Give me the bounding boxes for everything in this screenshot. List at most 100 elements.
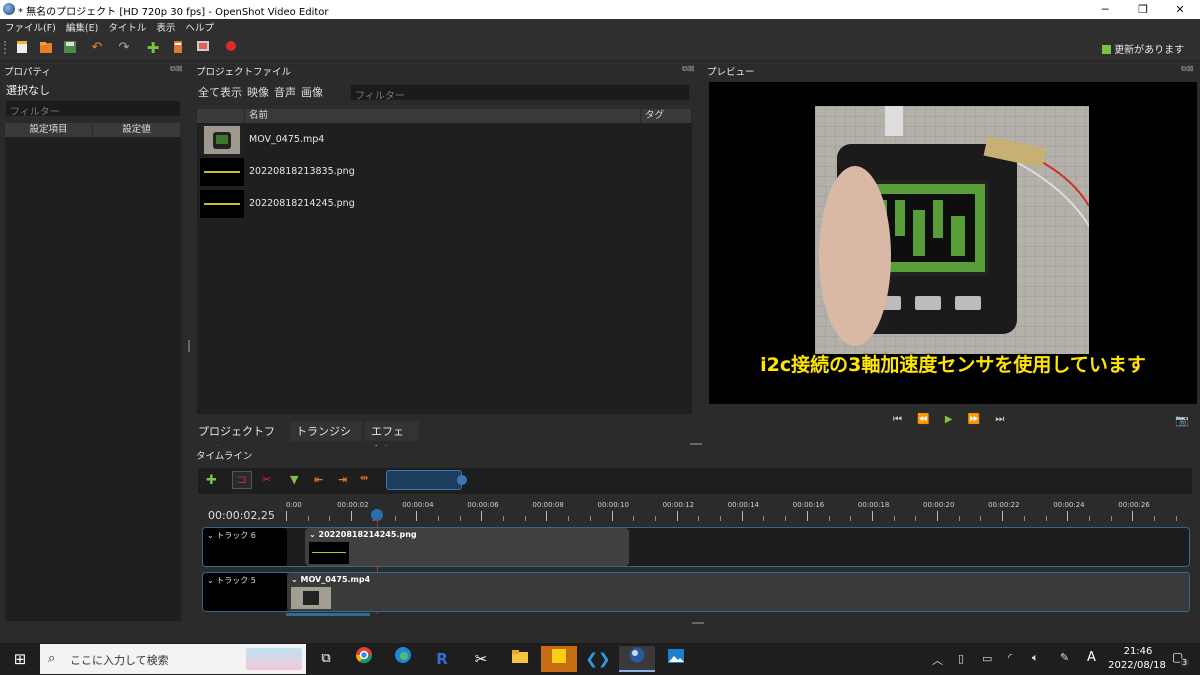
save-project-icon[interactable] xyxy=(62,40,78,56)
ruler-label: 00:00:24 xyxy=(1053,501,1085,509)
col-tag-header[interactable]: タグ xyxy=(641,109,692,123)
tab-effects[interactable]: エフェクト xyxy=(365,422,419,457)
edge-icon[interactable] xyxy=(385,646,421,672)
battery-icon[interactable]: ▭ xyxy=(982,652,992,665)
redo-icon[interactable]: ↷ xyxy=(116,40,132,56)
ruler-minor-tick xyxy=(1175,516,1177,521)
ruler-minor-tick xyxy=(1154,516,1155,521)
fullscreen-icon[interactable] xyxy=(195,40,211,56)
center-timeline-icon[interactable]: ⇹ xyxy=(360,473,368,484)
volume-icon[interactable]: 🔈︎ xyxy=(1032,651,1039,665)
export-video-icon[interactable] xyxy=(223,40,239,56)
ruler-tick xyxy=(741,511,743,521)
new-project-icon[interactable] xyxy=(14,40,30,56)
tab-video[interactable]: 映像 xyxy=(247,86,269,99)
ruler-tick xyxy=(611,511,613,521)
add-track-icon[interactable]: ✚ xyxy=(206,473,217,488)
tab-project-files[interactable]: プロジェクトファイル xyxy=(192,422,288,457)
wifi-icon[interactable]: ◜ xyxy=(1008,651,1012,664)
splitter-handle[interactable] xyxy=(690,443,702,445)
ruler-minor-tick xyxy=(698,516,700,521)
snipping-icon[interactable]: ✂ xyxy=(463,646,499,672)
ruler-label: 00:00:22 xyxy=(988,501,1020,509)
col-value-header[interactable]: 設定値 xyxy=(93,123,181,137)
razor-icon[interactable]: ✂ xyxy=(262,473,271,486)
timeline-clip[interactable]: ⌄ MOV_0475.mp4 xyxy=(287,573,1189,611)
file-row[interactable]: 20220818214245.png xyxy=(197,188,692,220)
menu-title[interactable]: タイトル xyxy=(103,19,151,35)
video-thumbnail xyxy=(199,125,245,155)
close-icon[interactable]: ✕ xyxy=(1160,1,1200,18)
menu-file[interactable]: ファイル(F) xyxy=(0,19,61,35)
ime-indicator[interactable]: A xyxy=(1087,650,1096,665)
vscode-icon[interactable]: ❮❯ xyxy=(580,646,616,672)
col-name-header[interactable]: 名前 xyxy=(245,109,641,123)
ruler-tick xyxy=(1132,511,1134,521)
menu-help[interactable]: ヘルプ xyxy=(180,19,219,35)
fast-forward-icon[interactable]: ⏩ xyxy=(968,414,980,425)
col-setting-header[interactable]: 設定項目 xyxy=(5,123,93,137)
sticky-notes-icon[interactable] xyxy=(541,646,577,672)
minimize-icon[interactable]: ─ xyxy=(1085,1,1125,18)
file-row[interactable]: 20220818213835.png xyxy=(197,156,692,188)
ruler-label: 00:00:20 xyxy=(923,501,955,509)
zoom-handle[interactable] xyxy=(457,475,467,485)
openshot-taskbar-icon[interactable] xyxy=(619,646,655,672)
task-view-icon[interactable]: ⧉ xyxy=(308,646,344,672)
jump-end-icon[interactable]: ⏭ xyxy=(995,414,1004,425)
timeline-scrollbar[interactable] xyxy=(286,613,370,616)
zoom-slider[interactable] xyxy=(386,470,462,490)
ruler-label: 00:00:06 xyxy=(467,501,499,509)
dock-float-icon[interactable]: ⧉⊠ xyxy=(1181,64,1193,74)
ruler-minor-tick xyxy=(1023,516,1025,521)
play-icon[interactable]: ▶ xyxy=(945,414,953,425)
choose-profile-icon[interactable] xyxy=(170,40,186,56)
previous-marker-icon[interactable]: ⇤ xyxy=(314,473,323,486)
splitter-handle[interactable] xyxy=(188,340,190,352)
project-files-header: プロジェクトファイル ⧉⊠ xyxy=(192,62,700,78)
next-marker-icon[interactable]: ⇥ xyxy=(338,473,347,486)
add-marker-icon[interactable]: ▼ xyxy=(290,473,298,486)
show-hidden-icons[interactable]: ︿ xyxy=(932,652,943,668)
col-thumb-header xyxy=(197,109,245,123)
update-available-button[interactable]: 更新があります xyxy=(1102,41,1184,56)
splitter-handle[interactable] xyxy=(692,622,704,624)
project-files-filter-input[interactable]: フィルター xyxy=(350,84,690,102)
maximize-icon[interactable]: ❐ xyxy=(1123,1,1163,18)
tab-image[interactable]: 画像 xyxy=(301,86,323,99)
menu-view[interactable]: 表示 xyxy=(151,19,180,35)
properties-filter-input[interactable]: フィルター xyxy=(5,100,181,118)
file-explorer-icon[interactable] xyxy=(502,646,538,672)
track-row[interactable]: ⌄ トラック 6 ⌄ 20220818214245.png xyxy=(202,527,1190,567)
pen-icon[interactable]: ✎ xyxy=(1060,651,1069,664)
clock-date[interactable]: 2022/08/18 xyxy=(1104,660,1170,671)
chrome-icon[interactable] xyxy=(346,646,382,672)
tab-transitions[interactable]: トランジション xyxy=(290,422,362,457)
timeline-ruler[interactable]: 0:00 00:00:02 00:00:04 00:00:06 00:00:08 00:0… xyxy=(286,500,1190,524)
dock-float-icon[interactable]: ⧉⊠ xyxy=(682,64,694,74)
r-app-icon[interactable]: R xyxy=(424,646,460,672)
file-row[interactable]: MOV_0475.mp4 xyxy=(197,124,692,156)
photos-icon[interactable] xyxy=(658,646,694,672)
taskbar-search[interactable]: ⌕ ここに入力して検索 xyxy=(40,644,306,674)
dock-float-icon[interactable]: ⧉⊠ xyxy=(170,64,182,74)
import-files-icon[interactable]: ✚ xyxy=(145,40,161,56)
start-icon[interactable]: ⊞ xyxy=(2,646,38,672)
menu-edit[interactable]: 編集(E) xyxy=(61,19,103,35)
jump-start-icon[interactable]: ⏮ xyxy=(893,414,902,425)
track-row[interactable]: ⌄ トラック 5 ⌄ MOV_0475.mp4 xyxy=(202,572,1190,612)
device-icon[interactable]: ▯ xyxy=(958,652,964,665)
undo-icon[interactable]: ↶ xyxy=(89,40,105,56)
camera-icon[interactable]: 📷 xyxy=(1175,414,1189,427)
open-project-icon[interactable] xyxy=(38,40,54,56)
properties-header: プロパティ ⧉⊠ xyxy=(0,62,186,78)
current-time: 00:00:02,25 xyxy=(208,509,275,522)
timeline-clip[interactable]: ⌄ 20220818214245.png xyxy=(305,528,629,566)
tab-audio[interactable]: 音声 xyxy=(274,86,296,99)
tab-show-all[interactable]: 全て表示 xyxy=(198,86,242,99)
snapping-icon[interactable]: ⊐ xyxy=(232,471,252,489)
rewind-icon[interactable]: ⏪ xyxy=(917,414,929,425)
clock-time[interactable]: 21:46 xyxy=(1118,646,1158,657)
ruler-minor-tick xyxy=(893,516,895,521)
video-frame xyxy=(815,106,1089,354)
